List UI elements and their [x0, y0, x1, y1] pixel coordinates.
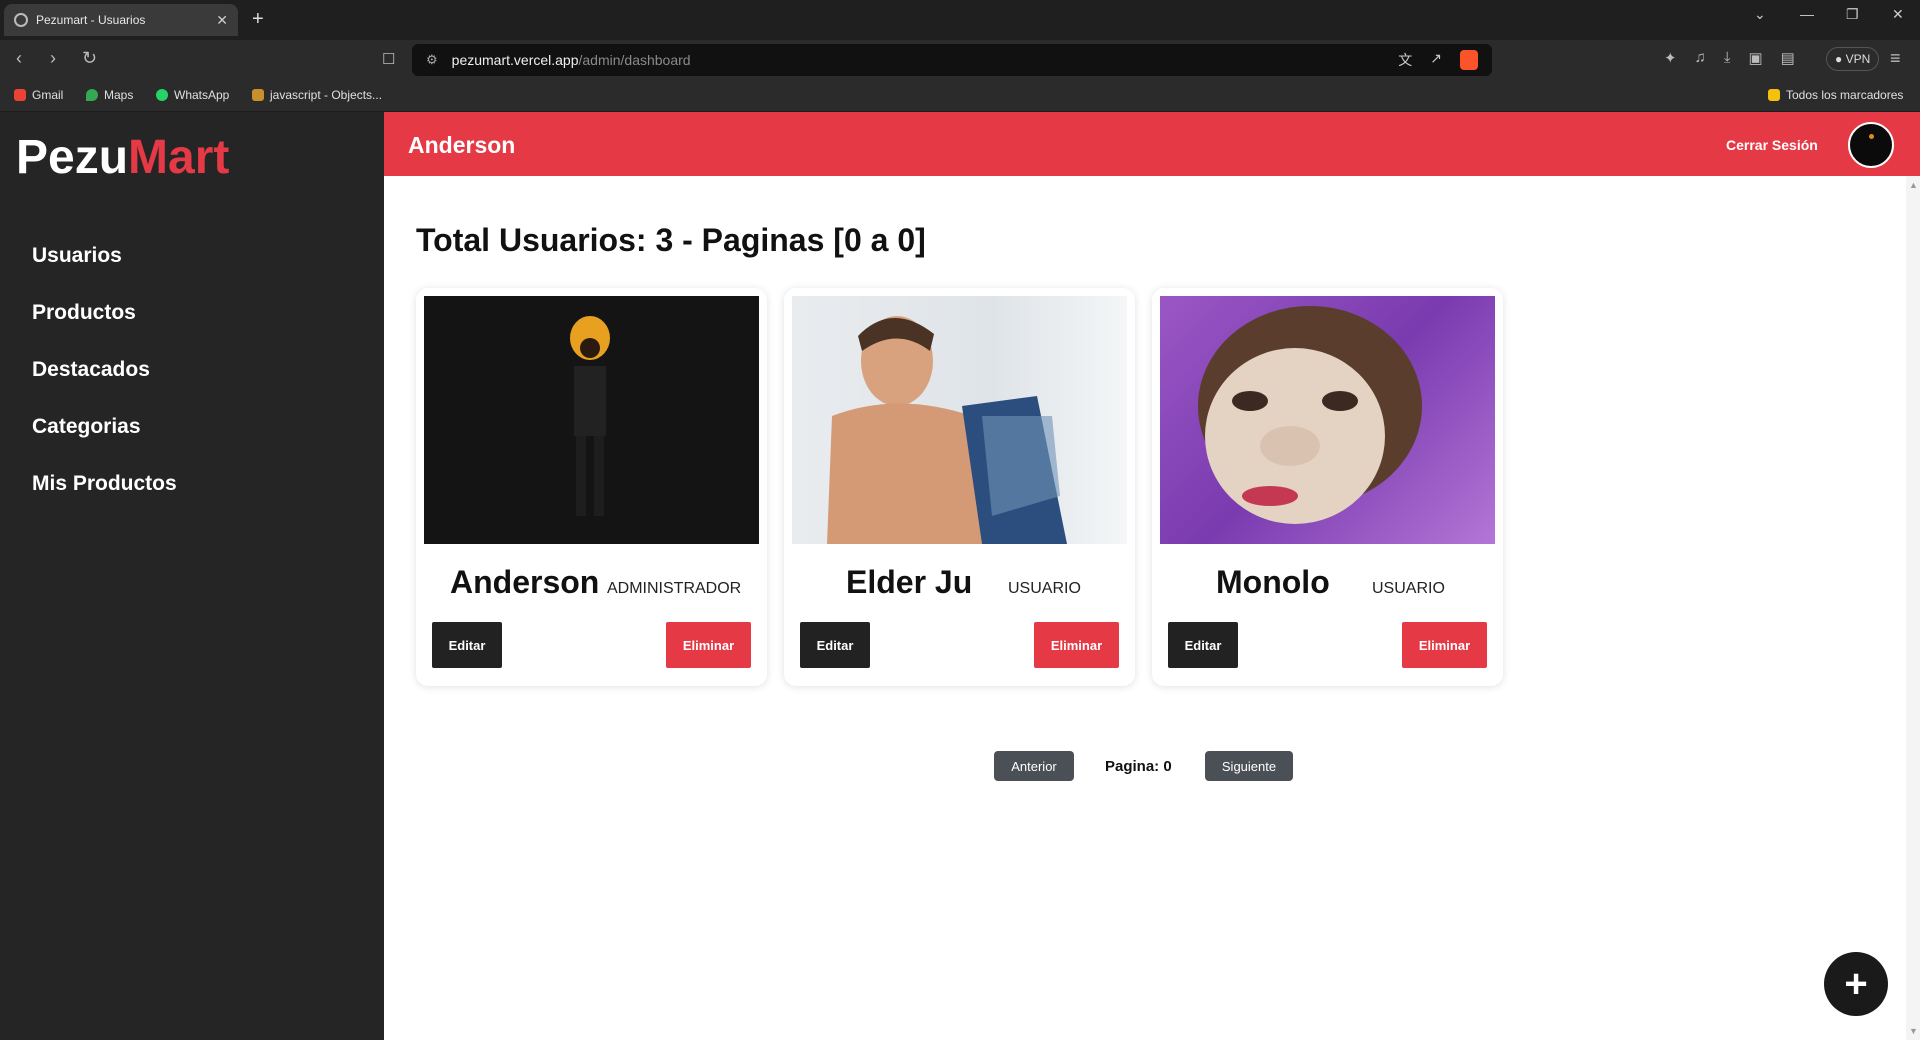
wallet-icon[interactable]: ▤	[1781, 49, 1795, 67]
bookmark-icon[interactable]: ☐	[382, 50, 395, 68]
browser-tab[interactable]: Pezumart - Usuarios ✕	[4, 4, 238, 36]
maps-icon	[86, 89, 98, 101]
minimize-icon[interactable]: —	[1800, 6, 1814, 22]
delete-button[interactable]: Eliminar	[1034, 622, 1119, 668]
reload-icon[interactable]: ↻	[82, 48, 97, 69]
translate-icon[interactable]: 文	[1398, 50, 1412, 70]
back-icon[interactable]: ‹	[16, 48, 22, 69]
tab-list-icon[interactable]: ⌄	[1754, 6, 1766, 23]
user-role: USUARIO	[1008, 580, 1081, 597]
media-icon[interactable]: ♫	[1695, 49, 1706, 67]
tab-title: Pezumart - Usuarios	[36, 13, 146, 27]
edit-button[interactable]: Editar	[800, 622, 870, 668]
globe-icon	[14, 13, 28, 27]
edit-button[interactable]: Editar	[432, 622, 502, 668]
sidebar-toggle-icon[interactable]: ▣	[1748, 49, 1762, 67]
forward-icon[interactable]: ›	[50, 48, 56, 69]
logout-button[interactable]: Cerrar Sesión	[1726, 137, 1818, 153]
user-name: Monolo	[1216, 564, 1330, 600]
folder-icon	[1768, 89, 1780, 101]
user-card: Elder Ju USUARIO Editar Eliminar	[784, 288, 1135, 686]
user-card: Monolo USUARIO Editar Eliminar	[1152, 288, 1503, 686]
sidebar-item-destacados[interactable]: Destacados	[32, 358, 150, 382]
user-photo	[1160, 296, 1495, 544]
page-indicator: Pagina: 0	[1105, 758, 1172, 775]
avatar[interactable]	[1848, 122, 1894, 168]
share-icon[interactable]: ↗	[1430, 50, 1442, 70]
sidebar-item-usuarios[interactable]: Usuarios	[32, 244, 122, 268]
next-page-button[interactable]: Siguiente	[1205, 751, 1293, 781]
user-role: ADMINISTRADOR	[607, 580, 742, 597]
scrollbar[interactable]: ▲ ▼	[1906, 176, 1920, 1040]
header-bar	[384, 112, 1920, 176]
brave-shield-icon[interactable]	[1460, 50, 1478, 70]
download-icon[interactable]: ⤓	[1724, 49, 1731, 67]
bookmark-javascript[interactable]: javascript - Objects...	[252, 88, 382, 102]
bookmark-whatsapp[interactable]: WhatsApp	[156, 88, 229, 102]
vpn-button[interactable]: ● VPN	[1826, 47, 1880, 71]
user-role: USUARIO	[1372, 580, 1445, 597]
whatsapp-icon	[156, 89, 168, 101]
delete-button[interactable]: Eliminar	[666, 622, 751, 668]
browser-titlebar: Pezumart - Usuarios ✕ + ⌄ — ❐ ✕	[0, 0, 1920, 40]
close-tab-icon[interactable]: ✕	[216, 12, 228, 29]
bookmark-gmail[interactable]: Gmail	[14, 88, 63, 102]
gmail-icon	[14, 89, 26, 101]
scroll-down-icon[interactable]: ▼	[1909, 1026, 1918, 1036]
site-settings-icon[interactable]: ⚙	[426, 52, 438, 68]
user-card: Anderson ADMINISTRADOR Editar Eliminar	[416, 288, 767, 686]
edit-button[interactable]: Editar	[1168, 622, 1238, 668]
prev-page-button[interactable]: Anterior	[994, 751, 1074, 781]
logo[interactable]: PezuMart	[16, 130, 229, 185]
sidebar-item-mis-productos[interactable]: Mis Productos	[32, 472, 177, 496]
extensions-icon[interactable]: ✦	[1664, 49, 1677, 67]
url-path: /admin/dashboard	[578, 52, 691, 68]
url-host: pezumart.vercel.app	[451, 52, 579, 68]
sidebar-item-productos[interactable]: Productos	[32, 301, 136, 325]
address-bar[interactable]: ⚙ pezumart.vercel.app/admin/dashboard 文 …	[412, 44, 1492, 76]
stackoverflow-icon	[252, 89, 264, 101]
user-photo	[792, 296, 1127, 544]
close-window-icon[interactable]: ✕	[1892, 6, 1904, 23]
header-username: Anderson	[408, 132, 516, 158]
delete-button[interactable]: Eliminar	[1402, 622, 1487, 668]
page-title: Total Usuarios: 3 - Paginas [0 a 0]	[416, 222, 926, 258]
restore-icon[interactable]: ❐	[1846, 6, 1859, 23]
all-bookmarks[interactable]: Todos los marcadores	[1768, 88, 1903, 102]
add-user-button[interactable]: +	[1824, 952, 1888, 1016]
user-name: Elder Ju	[846, 564, 973, 600]
scroll-up-icon[interactable]: ▲	[1909, 180, 1918, 190]
new-tab-icon[interactable]: +	[252, 8, 264, 31]
bookmark-maps[interactable]: Maps	[86, 88, 133, 102]
user-photo	[424, 296, 759, 544]
menu-icon[interactable]: ≡	[1890, 48, 1901, 69]
sidebar-item-categorias[interactable]: Categorias	[32, 415, 141, 439]
user-name: Anderson	[450, 564, 600, 600]
